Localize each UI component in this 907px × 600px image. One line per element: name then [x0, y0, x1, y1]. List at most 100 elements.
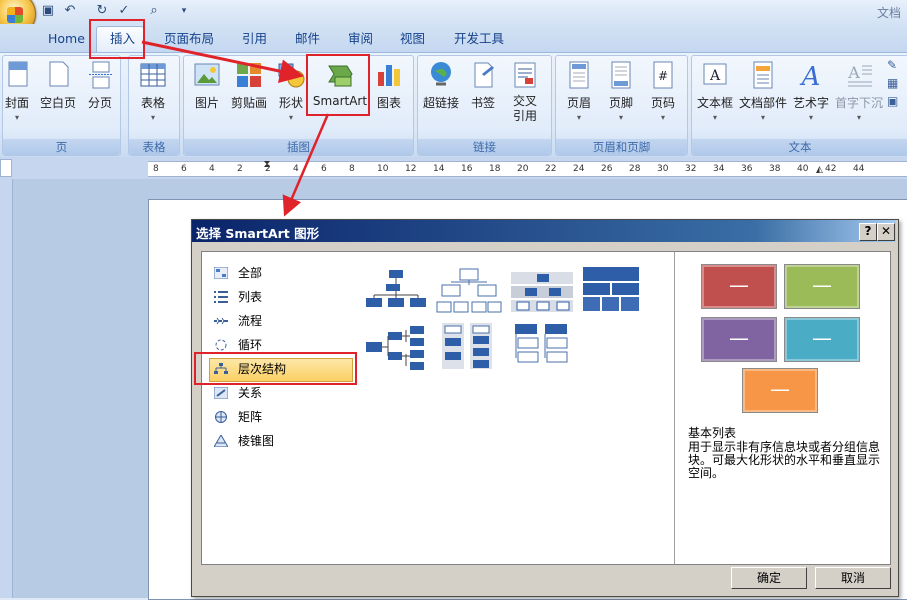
- pyramid-icon: [213, 433, 229, 448]
- tab-mailings[interactable]: 邮件: [291, 29, 324, 49]
- layout-horizontal-hierarchy[interactable]: [364, 322, 430, 370]
- group-label: 页眉和页脚: [556, 139, 687, 155]
- redo-icon[interactable]: ↻: [94, 3, 110, 19]
- print-preview-icon[interactable]: ⌕: [146, 3, 162, 19]
- layout-labeled-hierarchy[interactable]: [509, 268, 575, 316]
- relationship-icon: [213, 385, 229, 400]
- quick-parts-button[interactable]: 文档部件 ▾: [738, 58, 788, 124]
- footer-button[interactable]: 页脚 ▾: [598, 58, 644, 124]
- ruler-tick-label: 6: [321, 164, 327, 174]
- cover-page-button[interactable]: 封面 ▾: [0, 58, 40, 124]
- category-all[interactable]: 全部: [213, 263, 344, 283]
- spelling-icon[interactable]: ✓: [116, 3, 132, 19]
- preview-layout-description: 用于显示非有序信息块或者分组信息块。可最大化形状的水平和垂直显示空间。: [688, 440, 881, 480]
- layout-table-hierarchy[interactable]: [582, 266, 640, 314]
- drop-cap-button[interactable]: A 首字下沉 ▾: [834, 58, 884, 124]
- ruler-tick-label: 12: [405, 164, 417, 174]
- tab-references[interactable]: 引用: [238, 29, 271, 49]
- ruler-tick-label: 22: [545, 164, 557, 174]
- ruler-tick-label: 20: [517, 164, 529, 174]
- header-button[interactable]: 页眉 ▾: [556, 58, 602, 124]
- cycle-icon: [214, 337, 228, 351]
- list-icon: [214, 289, 228, 303]
- bookmark-icon: [468, 60, 498, 90]
- ruler-tick-label: 24: [573, 164, 585, 174]
- page-break-button[interactable]: 分页: [77, 58, 123, 124]
- group-label: 插图: [184, 139, 413, 155]
- preview-swatch-orange: —: [742, 368, 818, 413]
- ok-button[interactable]: 确定: [731, 567, 807, 589]
- ruler-tick-label: 8: [349, 164, 355, 174]
- ruler-tick-label: 34: [713, 164, 725, 174]
- hyperlink-button[interactable]: 超链接: [418, 58, 464, 124]
- category-list-item[interactable]: 列表: [214, 287, 344, 307]
- category-matrix[interactable]: 矩阵: [214, 407, 344, 427]
- wordart-button[interactable]: A 艺术字 ▾: [788, 58, 834, 124]
- tab-view[interactable]: 视图: [396, 29, 429, 49]
- page-number-icon: #: [648, 60, 678, 90]
- ruler-tick-label: 40: [797, 164, 809, 174]
- object-icon[interactable]: ▣: [887, 94, 905, 112]
- clip-art-icon: [234, 60, 264, 90]
- ruler-tick-label: 42: [825, 164, 837, 174]
- category-pyramid[interactable]: 棱锥图: [213, 431, 344, 451]
- cancel-button[interactable]: 取消: [815, 567, 891, 589]
- shapes-icon: [276, 60, 306, 90]
- help-button[interactable]: ?: [859, 223, 877, 241]
- ruler-tick-label: 26: [601, 164, 613, 174]
- picture-icon: [192, 60, 222, 90]
- wordart-icon: A: [796, 60, 826, 92]
- table-icon: [138, 60, 168, 90]
- signature-line-icon[interactable]: ✎: [887, 58, 905, 76]
- cross-reference-button[interactable]: 交叉 引用: [502, 58, 548, 124]
- ruler-tick-label: 4: [209, 164, 215, 174]
- dialog-title: 选择 SmartArt 图形: [196, 226, 320, 241]
- text-box-button[interactable]: A 文本框 ▾: [692, 58, 738, 124]
- page-number-button[interactable]: # 页码 ▾: [640, 58, 686, 124]
- layout-hierarchy[interactable]: [436, 268, 502, 316]
- all-icon: [213, 265, 229, 280]
- quick-parts-icon: [748, 60, 778, 90]
- blank-page-button[interactable]: 空白页: [35, 58, 81, 124]
- tab-review[interactable]: 审阅: [344, 29, 377, 49]
- layout-hierarchy-list[interactable]: [436, 322, 502, 370]
- group-label: 链接: [418, 139, 551, 155]
- tab-developer[interactable]: 开发工具: [450, 29, 508, 49]
- tab-selector[interactable]: [0, 159, 12, 177]
- customize-quick-access-icon[interactable]: ▾: [176, 3, 192, 19]
- tab-page-layout[interactable]: 页面布局: [160, 29, 218, 49]
- close-button[interactable]: ✕: [877, 223, 895, 241]
- office-logo-icon: [7, 7, 23, 23]
- ruler-tick-label: 14: [433, 164, 445, 174]
- bookmark-button[interactable]: 书签: [460, 58, 506, 124]
- preview-swatch-green: —: [784, 264, 860, 309]
- svg-text:A: A: [847, 63, 860, 82]
- highlight-hierarchy-category: [194, 352, 357, 385]
- save-icon[interactable]: ▣: [40, 3, 56, 19]
- group-label: 页: [3, 139, 120, 155]
- layout-lined-list[interactable]: [509, 322, 575, 370]
- indent-marker-icon[interactable]: ⧗: [262, 159, 272, 177]
- layout-org-chart[interactable]: [364, 268, 430, 316]
- ruler-tick-label: 28: [629, 164, 641, 174]
- matrix-icon: [214, 409, 228, 423]
- undo-icon[interactable]: ↶: [62, 3, 78, 19]
- right-indent-marker-icon[interactable]: ◭: [816, 165, 826, 175]
- picture-button[interactable]: 图片: [184, 58, 230, 124]
- highlight-smartart-button: [306, 54, 370, 116]
- date-time-icon[interactable]: ▦: [887, 76, 905, 94]
- tab-home[interactable]: Home: [44, 29, 89, 49]
- chart-button[interactable]: 图表: [366, 58, 412, 124]
- category-process[interactable]: 流程: [214, 311, 344, 331]
- ruler-tick-label: 6: [181, 164, 187, 174]
- svg-text:A: A: [709, 68, 721, 84]
- hyperlink-icon: [426, 60, 456, 90]
- blank-page-icon: [43, 60, 73, 90]
- svg-text:#: #: [658, 69, 668, 83]
- category-relationship[interactable]: 关系: [213, 383, 344, 403]
- footer-icon: [606, 60, 636, 90]
- text-box-icon: A: [700, 60, 730, 90]
- table-button[interactable]: 表格 ▾: [130, 58, 176, 124]
- clip-art-button[interactable]: 剪贴画: [226, 58, 272, 124]
- ruler-tick-label: 10: [377, 164, 389, 174]
